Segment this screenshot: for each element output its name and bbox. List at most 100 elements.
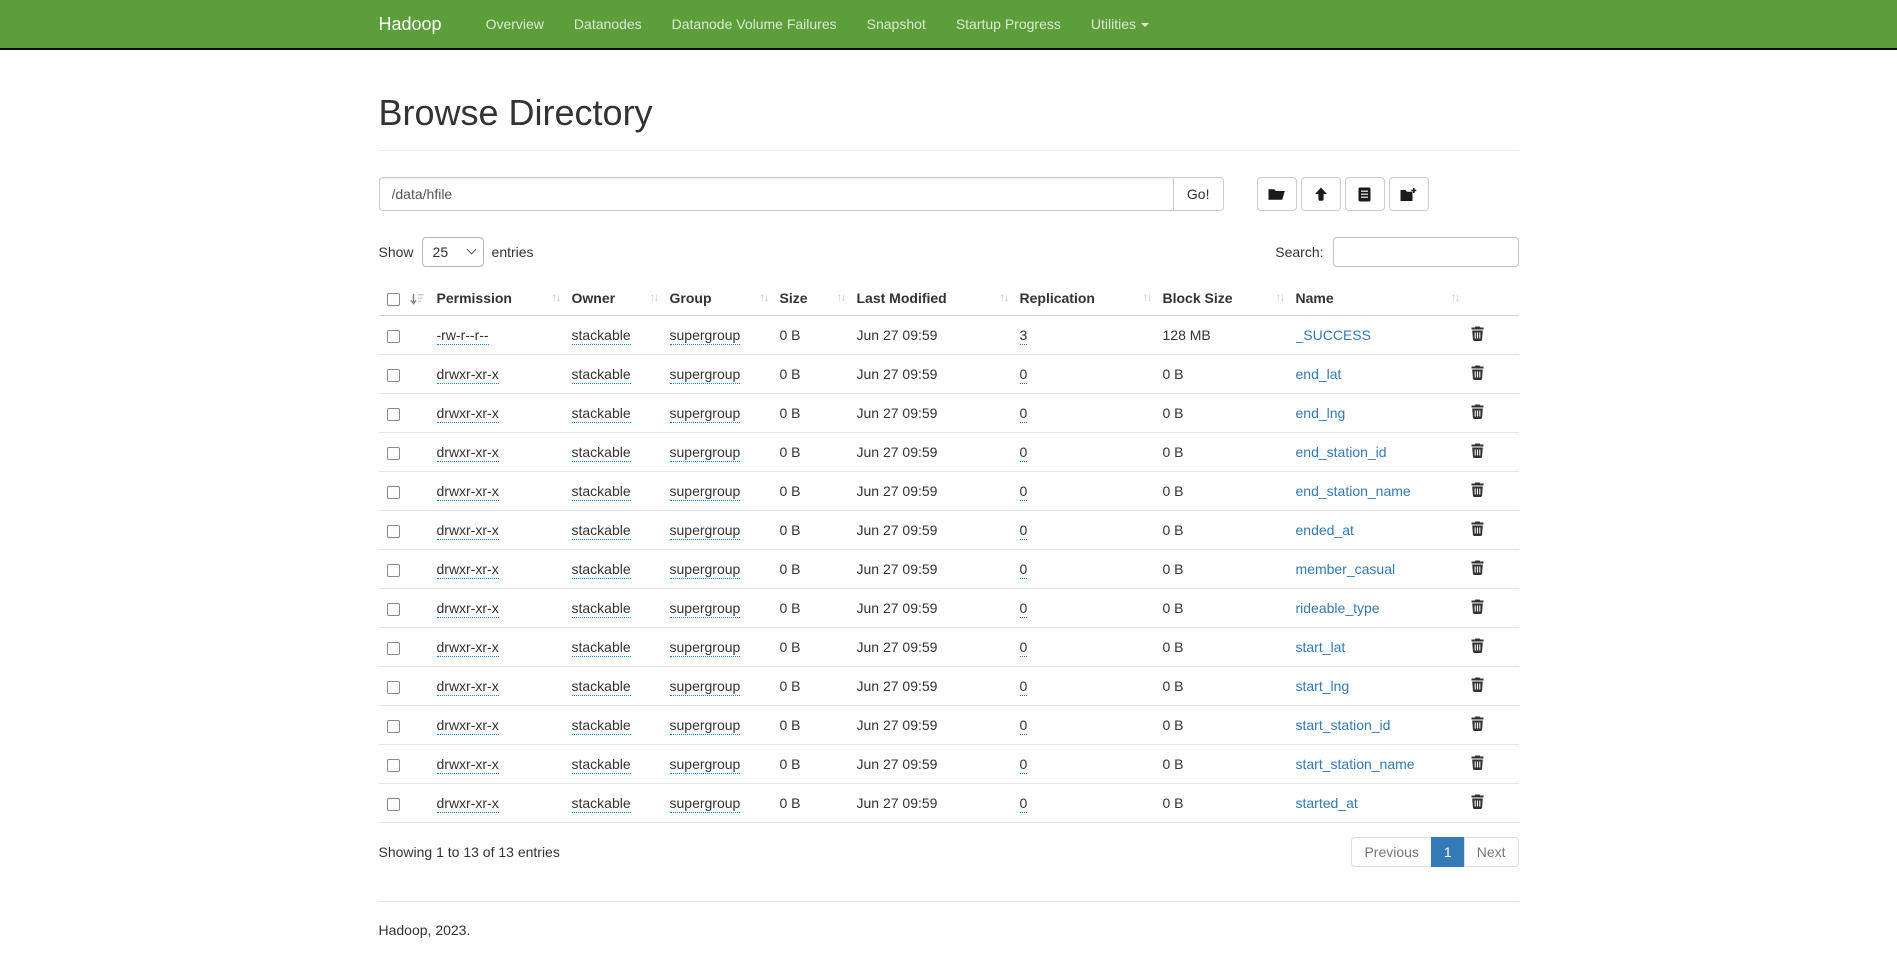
pagination-previous[interactable]: Previous (1351, 837, 1431, 867)
pagination-page-1[interactable]: 1 (1431, 837, 1465, 867)
group-value[interactable]: supergroup (670, 327, 741, 345)
permission-value[interactable]: drwxr-xr-x (437, 678, 499, 696)
delete-file-button[interactable] (1471, 716, 1484, 731)
file-link[interactable]: ended_at (1296, 522, 1354, 538)
pagination-next[interactable]: Next (1464, 837, 1519, 867)
row-checkbox[interactable] (387, 525, 400, 538)
file-link[interactable]: start_station_id (1296, 717, 1391, 733)
replication-value[interactable]: 0 (1020, 600, 1028, 618)
row-checkbox[interactable] (387, 486, 400, 499)
group-value[interactable]: supergroup (670, 756, 741, 774)
file-link[interactable]: member_casual (1296, 561, 1396, 577)
header-select-all[interactable] (379, 281, 437, 316)
file-link[interactable]: started_at (1296, 795, 1358, 811)
delete-file-button[interactable] (1471, 365, 1484, 380)
delete-file-button[interactable] (1471, 638, 1484, 653)
file-link[interactable]: end_station_id (1296, 444, 1387, 460)
row-checkbox[interactable] (387, 447, 400, 460)
permission-value[interactable]: drwxr-xr-x (437, 444, 499, 462)
row-checkbox[interactable] (387, 720, 400, 733)
replication-value[interactable]: 3 (1020, 327, 1028, 345)
page-size-select[interactable]: 25 (422, 237, 484, 267)
file-link[interactable]: rideable_type (1296, 600, 1380, 616)
create-directory-button[interactable] (1389, 177, 1429, 211)
owner-value[interactable]: stackable (572, 483, 631, 501)
group-value[interactable]: supergroup (670, 795, 741, 813)
file-link[interactable]: start_station_name (1296, 756, 1415, 772)
owner-value[interactable]: stackable (572, 444, 631, 462)
header-block-size[interactable]: ↑↓Block Size (1163, 281, 1296, 316)
replication-value[interactable]: 0 (1020, 756, 1028, 774)
group-value[interactable]: supergroup (670, 366, 741, 384)
group-value[interactable]: supergroup (670, 522, 741, 540)
row-checkbox[interactable] (387, 603, 400, 616)
owner-value[interactable]: stackable (572, 522, 631, 540)
permission-value[interactable]: drwxr-xr-x (437, 561, 499, 579)
header-owner[interactable]: ↑↓Owner (572, 281, 670, 316)
permission-value[interactable]: drwxr-xr-x (437, 639, 499, 657)
group-value[interactable]: supergroup (670, 678, 741, 696)
permission-value[interactable]: -rw-r--r-- (437, 327, 489, 345)
row-checkbox[interactable] (387, 369, 400, 382)
upload-file-button[interactable] (1301, 177, 1341, 211)
header-permission[interactable]: ↑↓Permission (437, 281, 572, 316)
file-link[interactable]: end_lat (1296, 366, 1342, 382)
delete-file-button[interactable] (1471, 404, 1484, 419)
replication-value[interactable]: 0 (1020, 405, 1028, 423)
row-checkbox[interactable] (387, 408, 400, 421)
owner-value[interactable]: stackable (572, 639, 631, 657)
permission-value[interactable]: drwxr-xr-x (437, 366, 499, 384)
permission-value[interactable]: drwxr-xr-x (437, 795, 499, 813)
delete-file-button[interactable] (1471, 794, 1484, 809)
header-size[interactable]: ↑↓Size (780, 281, 857, 316)
replication-value[interactable]: 0 (1020, 366, 1028, 384)
replication-value[interactable]: 0 (1020, 483, 1028, 501)
replication-value[interactable]: 0 (1020, 444, 1028, 462)
row-checkbox[interactable] (387, 642, 400, 655)
permission-value[interactable]: drwxr-xr-x (437, 600, 499, 618)
group-value[interactable]: supergroup (670, 717, 741, 735)
owner-value[interactable]: stackable (572, 756, 631, 774)
nav-item-snapshot[interactable]: Snapshot (852, 0, 941, 48)
navbar-brand[interactable]: Hadoop (379, 14, 457, 35)
file-link[interactable]: end_station_name (1296, 483, 1411, 499)
row-checkbox[interactable] (387, 564, 400, 577)
group-value[interactable]: supergroup (670, 639, 741, 657)
header-last-modified[interactable]: ↑↓Last Modified (857, 281, 1020, 316)
owner-value[interactable]: stackable (572, 678, 631, 696)
file-link[interactable]: start_lat (1296, 639, 1346, 655)
permission-value[interactable]: drwxr-xr-x (437, 756, 499, 774)
row-checkbox[interactable] (387, 330, 400, 343)
row-checkbox[interactable] (387, 759, 400, 772)
permission-value[interactable]: drwxr-xr-x (437, 717, 499, 735)
permission-value[interactable]: drwxr-xr-x (437, 522, 499, 540)
replication-value[interactable]: 0 (1020, 678, 1028, 696)
owner-value[interactable]: stackable (572, 795, 631, 813)
owner-value[interactable]: stackable (572, 717, 631, 735)
group-value[interactable]: supergroup (670, 561, 741, 579)
owner-value[interactable]: stackable (572, 405, 631, 423)
select-all-checkbox[interactable] (387, 293, 400, 306)
replication-value[interactable]: 0 (1020, 795, 1028, 813)
owner-value[interactable]: stackable (572, 600, 631, 618)
delete-file-button[interactable] (1471, 755, 1484, 770)
delete-file-button[interactable] (1471, 560, 1484, 575)
nav-item-startup-progress[interactable]: Startup Progress (941, 0, 1076, 48)
file-link[interactable]: end_lng (1296, 405, 1346, 421)
directory-path-input[interactable] (379, 177, 1173, 211)
nav-item-datanodes[interactable]: Datanodes (559, 0, 657, 48)
replication-value[interactable]: 0 (1020, 561, 1028, 579)
nav-dropdown-utilities[interactable]: Utilities (1076, 0, 1164, 48)
search-input[interactable] (1333, 237, 1519, 267)
go-button[interactable]: Go! (1173, 177, 1224, 211)
replication-value[interactable]: 0 (1020, 639, 1028, 657)
header-replication[interactable]: ↑↓Replication (1020, 281, 1163, 316)
replication-value[interactable]: 0 (1020, 717, 1028, 735)
nav-item-overview[interactable]: Overview (471, 0, 559, 48)
row-checkbox[interactable] (387, 681, 400, 694)
group-value[interactable]: supergroup (670, 405, 741, 423)
header-name[interactable]: ↑↓Name (1296, 281, 1471, 316)
delete-file-button[interactable] (1471, 326, 1484, 341)
delete-file-button[interactable] (1471, 443, 1484, 458)
delete-file-button[interactable] (1471, 521, 1484, 536)
